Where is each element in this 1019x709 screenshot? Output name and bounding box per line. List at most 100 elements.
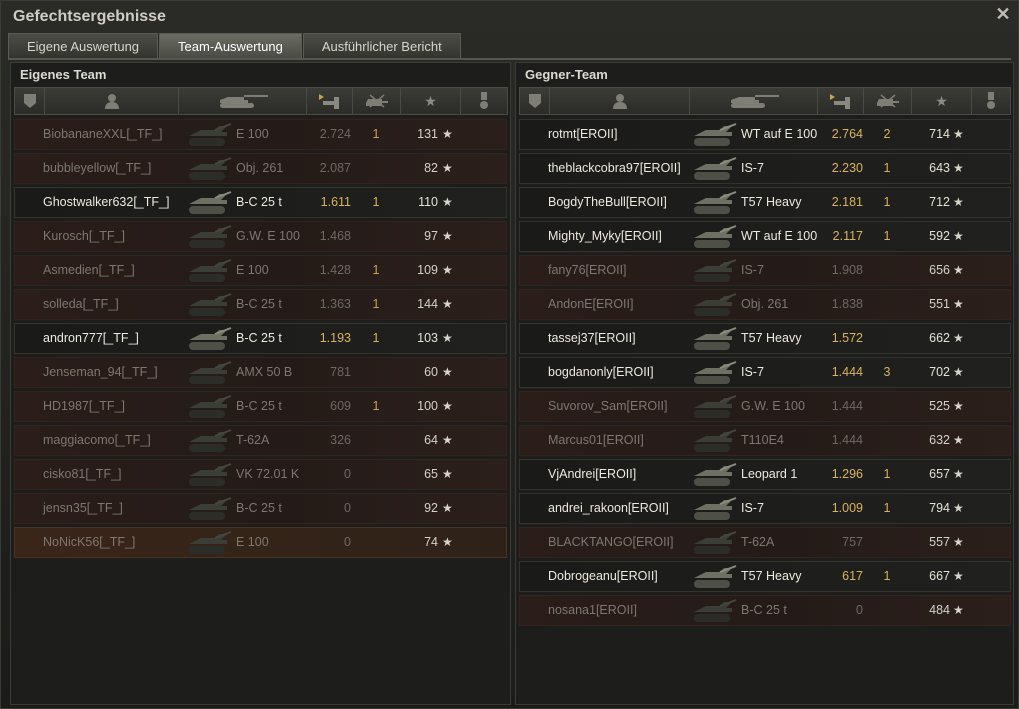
tab-eigene-auswertung[interactable]: Eigene Auswertung (8, 33, 159, 58)
player-name[interactable]: HD1987[_TF_] (43, 392, 125, 421)
damage-icon[interactable] (818, 88, 864, 114)
tank-name: E 100 (236, 127, 269, 141)
tank-name: VK 72.01 K (236, 467, 300, 481)
xp-star-icon[interactable]: ★ (401, 88, 461, 114)
xp-star-icon: ★ (442, 467, 453, 481)
player-row[interactable]: HD1987[_TF_] B-C 25 t 609 1 100 ★ (14, 391, 507, 422)
player-name[interactable]: fany76[EROII] (548, 256, 627, 285)
player-row[interactable]: Marcus01[EROII] T110E4 1.444 632 ★ (519, 425, 1011, 456)
player-icon[interactable] (550, 88, 690, 114)
player-row[interactable]: Ghostwalker632[_TF_] B-C 25 t 1.611 1 110 ★ (14, 187, 507, 218)
medal-icon[interactable] (461, 88, 507, 114)
xp-star-icon[interactable]: ★ (912, 88, 972, 114)
player-row[interactable]: BLACKTANGO[EROII] T-62A 757 557 ★ (519, 527, 1011, 558)
tank-name: AMX 50 B (236, 365, 293, 379)
xp-value: 794 (929, 501, 950, 515)
player-row[interactable]: nosana1[EROII] B-C 25 t 0 484 ★ (519, 595, 1011, 626)
player-name[interactable]: Kurosch[_TF_] (43, 222, 125, 251)
player-row[interactable]: fany76[EROII] IS-7 1.908 656 ★ (519, 255, 1011, 286)
kills-value: 1 (883, 195, 891, 209)
player-name[interactable]: BogdyTheBull[EROII] (548, 188, 667, 217)
tab-ausfuehrlicher-bericht[interactable]: Ausführlicher Bericht (302, 33, 461, 58)
player-row[interactable]: Mighty_Myky[EROII] WT auf E 100 2.117 1 592 ★ (519, 221, 1011, 252)
tab-team-auswertung[interactable]: Team-Auswertung (159, 33, 302, 58)
kills-value: 1 (372, 297, 380, 311)
player-row[interactable]: Kurosch[_TF_] G.W. E 100 1.468 97 ★ (14, 221, 507, 252)
kills-value: 1 (883, 467, 891, 481)
player-name[interactable]: NoNicK56[_TF_] (43, 528, 135, 557)
xp-value: 65 (424, 467, 438, 481)
player-row[interactable]: Asmedien[_TF_] E 100 1.428 1 109 ★ (14, 255, 507, 286)
player-row[interactable]: Jenseman_94[_TF_] AMX 50 B 781 60 ★ (14, 357, 507, 388)
player-row[interactable]: Suvorov_Sam[EROII] G.W. E 100 1.444 525 ★ (519, 391, 1011, 422)
player-row[interactable]: jensn35[_TF_] B-C 25 t 0 92 ★ (14, 493, 507, 524)
player-row[interactable]: Dobrogeanu[EROII] T57 Heavy 617 1 667 ★ (519, 561, 1011, 592)
player-row[interactable]: maggiacomo[_TF_] T-62A 326 64 ★ (14, 425, 507, 456)
player-name[interactable]: bogdanonly[EROII] (548, 358, 654, 387)
player-name[interactable]: jensn35[_TF_] (43, 494, 123, 523)
player-row[interactable]: AndonE[EROII] Obj. 261 1.838 551 ★ (519, 289, 1011, 320)
player-name[interactable]: andrei_rakoon[EROII] (548, 494, 669, 523)
xp-star-icon: ★ (953, 195, 964, 209)
damage-icon[interactable] (307, 88, 353, 114)
xp-value: 97 (424, 229, 438, 243)
player-name[interactable]: BiobananeXXL[_TF_] (43, 120, 163, 149)
kills-icon[interactable] (353, 88, 401, 114)
player-row[interactable]: bogdanonly[EROII] IS-7 1.444 3 702 ★ (519, 357, 1011, 388)
player-name[interactable]: theblackcobra97[EROII] (548, 154, 681, 183)
player-row[interactable]: cisko81[_TF_] VK 72.01 K 0 65 ★ (14, 459, 507, 490)
player-name[interactable]: Suvorov_Sam[EROII] (548, 392, 668, 421)
player-row[interactable]: VjAndrei[EROII] Leopard 1 1.296 1 657 ★ (519, 459, 1011, 490)
player-row[interactable]: andron777[_TF_] B-C 25 t 1.193 1 103 ★ (14, 323, 507, 354)
squad-icon[interactable] (15, 88, 45, 114)
player-icon[interactable] (45, 88, 179, 114)
player-name[interactable]: AndonE[EROII] (548, 290, 633, 319)
player-row[interactable]: theblackcobra97[EROII] IS-7 2.230 1 643 ★ (519, 153, 1011, 184)
tank-icon[interactable] (179, 88, 307, 114)
player-row[interactable]: solleda[_TF_] B-C 25 t 1.363 1 144 ★ (14, 289, 507, 320)
player-name[interactable]: nosana1[EROII] (548, 596, 637, 625)
player-name[interactable]: Mighty_Myky[EROII] (548, 222, 662, 251)
player-name[interactable]: Dobrogeanu[EROII] (548, 562, 658, 591)
damage-value: 1.193 (319, 331, 351, 345)
player-name[interactable]: tassej37[EROII] (548, 324, 636, 353)
player-name[interactable]: maggiacomo[_TF_] (43, 426, 151, 455)
player-name[interactable]: BLACKTANGO[EROII] (548, 528, 674, 557)
tank-thumbnail-icon (189, 259, 232, 282)
xp-value: 702 (929, 365, 950, 379)
tank-name: IS-7 (741, 365, 764, 379)
player-row[interactable]: BiobananeXXL[_TF_] E 100 2.724 1 131 ★ (14, 119, 507, 150)
xp-star-icon: ★ (953, 331, 964, 345)
player-name[interactable]: solleda[_TF_] (43, 290, 119, 319)
player-row[interactable]: andrei_rakoon[EROII] IS-7 1.009 1 794 ★ (519, 493, 1011, 524)
player-row[interactable]: BogdyTheBull[EROII] T57 Heavy 2.181 1 712 ★ (519, 187, 1011, 218)
player-name[interactable]: VjAndrei[EROII] (548, 460, 636, 489)
player-name[interactable]: Jenseman_94[_TF_] (43, 358, 158, 387)
player-row[interactable]: rotmt[EROII] WT auf E 100 2.764 2 714 ★ (519, 119, 1011, 150)
player-name[interactable]: Marcus01[EROII] (548, 426, 644, 455)
player-name[interactable]: Ghostwalker632[_TF_] (43, 188, 169, 217)
tank-icon[interactable] (690, 88, 818, 114)
tank-thumbnail-icon (694, 429, 737, 452)
player-name[interactable]: rotmt[EROII] (548, 120, 617, 149)
squad-icon[interactable] (520, 88, 550, 114)
tank-name: T57 Heavy (741, 195, 802, 209)
player-row[interactable]: NoNicK56[_TF_] E 100 0 74 ★ (14, 527, 507, 558)
player-row[interactable]: bubbleyellow[_TF_] Obj. 261 2.087 82 ★ (14, 153, 507, 184)
player-name[interactable]: bubbleyellow[_TF_] (43, 154, 151, 183)
tab-bar: Eigene Auswertung Team-Auswertung Ausfüh… (8, 33, 462, 59)
damage-value: 2.181 (831, 195, 863, 209)
close-icon[interactable]: ✕ (994, 5, 1012, 23)
player-row[interactable]: tassej37[EROII] T57 Heavy 1.572 662 ★ (519, 323, 1011, 354)
tank-thumbnail-icon (189, 157, 232, 180)
kills-icon[interactable] (864, 88, 912, 114)
xp-value: 632 (929, 433, 950, 447)
battle-results-window: Gefechtsergebnisse ✕ Eigene Auswertung T… (0, 0, 1019, 709)
xp-star-icon: ★ (953, 467, 964, 481)
xp-value: 100 (417, 399, 438, 413)
tank-name: Obj. 261 (236, 161, 284, 175)
player-name[interactable]: cisko81[_TF_] (43, 460, 122, 489)
player-name[interactable]: Asmedien[_TF_] (43, 256, 135, 285)
player-name[interactable]: andron777[_TF_] (43, 324, 139, 353)
medal-icon[interactable] (972, 88, 1010, 114)
